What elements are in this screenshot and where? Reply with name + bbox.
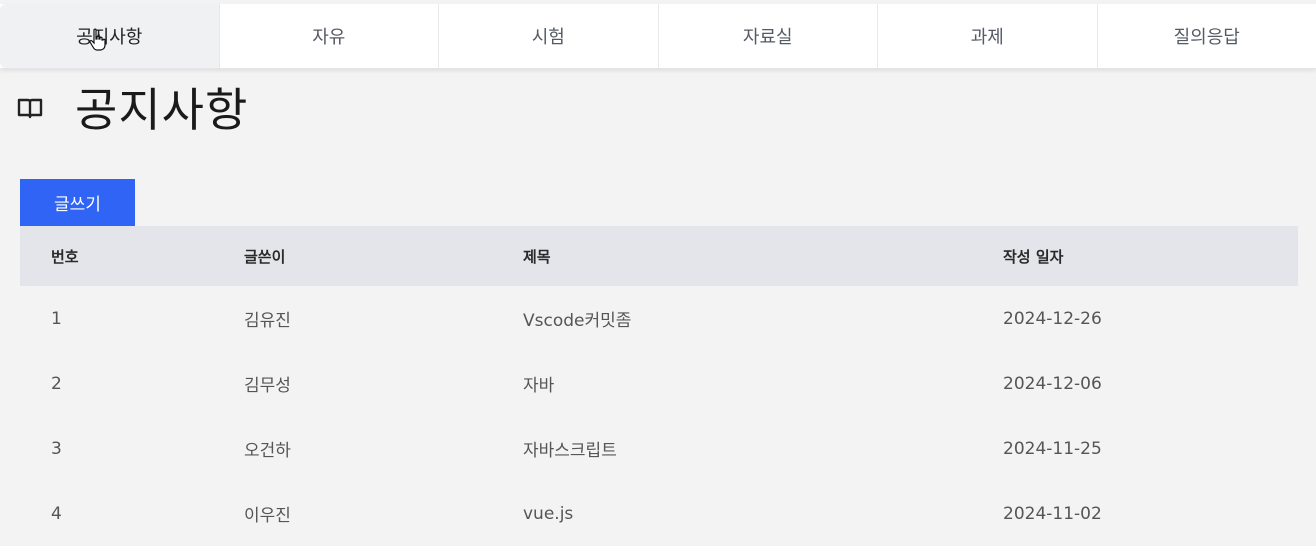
- tab-qna[interactable]: 질의응답: [1098, 4, 1316, 68]
- row-number: 3: [51, 439, 62, 459]
- board-tabs: 공지사항 자유 시험 자료실 과제 질의응답: [0, 4, 1316, 69]
- page-title: 공지사항: [75, 74, 248, 140]
- column-header-date: 작성 일자: [1003, 246, 1063, 267]
- row-author: 오건하: [244, 436, 291, 461]
- row-title[interactable]: 자바: [523, 371, 554, 396]
- column-header-author: 글쓴이: [244, 246, 285, 267]
- page-heading: 공지사항: [16, 74, 248, 140]
- tab-label: 과제: [971, 23, 1004, 49]
- row-date: 2024-11-02: [1003, 504, 1102, 524]
- column-header-number: 번호: [51, 246, 79, 267]
- row-date: 2024-12-26: [1003, 309, 1102, 329]
- table-row[interactable]: 2 김무성 자바 2024-12-06: [20, 351, 1298, 416]
- table-row[interactable]: 3 오건하 자바스크립트 2024-11-25: [20, 416, 1298, 481]
- row-date: 2024-12-06: [1003, 374, 1102, 394]
- row-date: 2024-11-25: [1003, 439, 1102, 459]
- notice-table: 번호 글쓴이 제목 작성 일자 1 김유진 Vscode커밋좀 2024-12-…: [20, 226, 1298, 546]
- row-author: 김무성: [244, 371, 291, 396]
- tab-archive[interactable]: 자료실: [659, 4, 879, 68]
- write-post-button[interactable]: 글쓰기: [20, 179, 135, 226]
- tab-label: 시험: [532, 23, 565, 49]
- tab-free[interactable]: 자유: [220, 4, 440, 68]
- tab-label: 자료실: [743, 23, 793, 49]
- tab-assignment[interactable]: 과제: [878, 4, 1098, 68]
- tab-label: 자유: [312, 23, 345, 49]
- row-title[interactable]: Vscode커밋좀: [523, 306, 631, 331]
- row-number: 2: [51, 374, 62, 394]
- row-title[interactable]: 자바스크립트: [523, 436, 617, 461]
- column-header-title: 제목: [523, 246, 551, 267]
- table-header: 번호 글쓴이 제목 작성 일자: [20, 226, 1298, 286]
- row-title[interactable]: vue.js: [523, 504, 573, 524]
- tab-label: 공지사항: [76, 23, 142, 49]
- book-open-icon: [16, 95, 44, 119]
- row-author: 이우진: [244, 501, 291, 526]
- tab-notice[interactable]: 공지사항: [0, 4, 220, 68]
- tab-label: 질의응답: [1174, 23, 1240, 49]
- tab-exam[interactable]: 시험: [439, 4, 659, 68]
- row-number: 4: [51, 504, 62, 524]
- row-author: 김유진: [244, 306, 291, 331]
- table-row[interactable]: 1 김유진 Vscode커밋좀 2024-12-26: [20, 286, 1298, 351]
- row-number: 1: [51, 309, 62, 329]
- table-row[interactable]: 4 이우진 vue.js 2024-11-02: [20, 481, 1298, 546]
